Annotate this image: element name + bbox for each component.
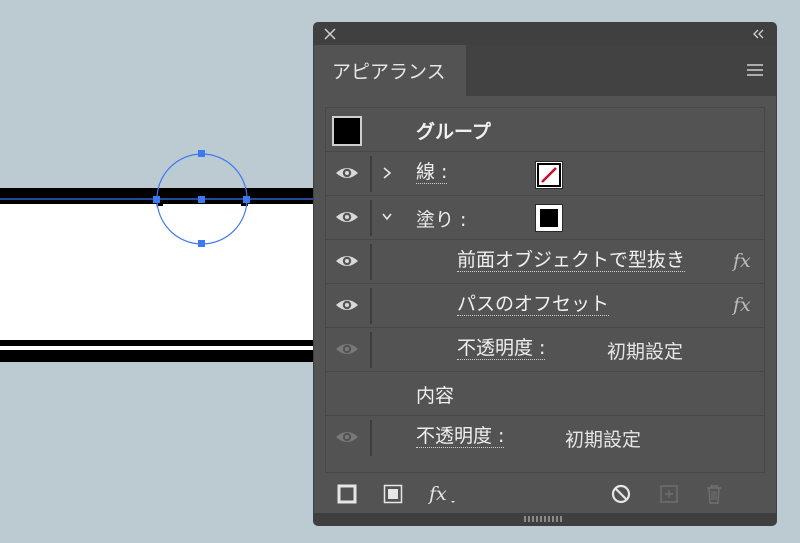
appearance-panel: アピアランス グループ 線 : 塗り: 前面オブジェクトで型抜き fx パスの… <box>314 23 776 525</box>
stroke-label[interactable]: 線 : <box>416 161 448 184</box>
panel-bottom-toolbar: fx <box>314 474 776 514</box>
tab-appearance-label: アピアランス <box>332 61 446 83</box>
row-group[interactable]: グループ <box>326 108 764 152</box>
row-fill[interactable]: 塗り : <box>326 196 764 240</box>
group-thumbnail <box>332 116 362 146</box>
chevron-right-icon[interactable] <box>381 165 393 181</box>
svg-text:fx: fx <box>732 250 751 272</box>
tab-appearance[interactable]: アピアランス <box>314 45 466 96</box>
row-effect-pathfinder[interactable]: 前面オブジェクトで型抜き fx <box>326 240 764 284</box>
fill-black-swatch[interactable] <box>535 204 563 232</box>
eye-icon[interactable] <box>334 208 360 226</box>
contents-label: 内容 <box>416 385 455 407</box>
clear-appearance-icon[interactable] <box>609 482 633 506</box>
effect-pathfinder-label[interactable]: 前面オブジェクトで型抜き <box>457 249 686 272</box>
svg-text:fx: fx <box>732 294 751 316</box>
row-separator <box>370 244 372 280</box>
row-contents[interactable]: 内容 <box>326 372 764 416</box>
eye-icon[interactable] <box>334 428 360 446</box>
row-effect-offset-path[interactable]: パスのオフセット fx <box>326 284 764 328</box>
row-opacity-outer[interactable]: 不透明度 : 初期設定 <box>326 416 764 460</box>
row-separator <box>370 420 372 456</box>
double-chevron-left-icon[interactable] <box>750 26 766 42</box>
grip-dots-icon <box>524 516 562 522</box>
eye-icon[interactable] <box>334 340 360 358</box>
row-separator <box>370 156 372 192</box>
row-opacity-inner[interactable]: 不透明度 : 初期設定 <box>326 328 764 372</box>
opacity-outer-label[interactable]: 不透明度 : <box>416 425 505 448</box>
eye-icon[interactable] <box>334 164 360 182</box>
panel-tabstrip: アピアランス <box>314 45 776 96</box>
eye-icon[interactable] <box>334 252 360 270</box>
fill-swatch-color <box>540 209 558 227</box>
hamburger-menu-icon[interactable] <box>745 61 765 79</box>
fx-menu-icon[interactable]: fx <box>428 482 458 506</box>
opacity-outer-value: 初期設定 <box>565 429 642 451</box>
stroke-none-swatch[interactable] <box>535 161 563 189</box>
row-separator <box>370 332 372 368</box>
row-stroke[interactable]: 線 : <box>326 152 764 196</box>
fx-icon[interactable]: fx <box>732 293 754 317</box>
add-stroke-icon[interactable] <box>335 482 359 506</box>
row-separator <box>370 288 372 324</box>
svg-text:fx: fx <box>428 483 447 505</box>
fx-icon[interactable]: fx <box>732 249 754 273</box>
row-separator <box>370 200 372 236</box>
chevron-down-icon[interactable] <box>381 209 393 225</box>
effect-offset-path-label[interactable]: パスのオフセット <box>457 293 610 316</box>
close-icon[interactable] <box>322 26 338 42</box>
eye-icon[interactable] <box>334 296 360 314</box>
group-label: グループ <box>416 121 491 143</box>
trash-icon <box>707 485 721 504</box>
appearance-list: グループ 線 : 塗り: 前面オブジェクトで型抜き fx パスのオフセット f… <box>325 107 765 473</box>
opacity-inner-value: 初期設定 <box>607 341 684 363</box>
opacity-inner-label[interactable]: 不透明度 : <box>457 337 546 360</box>
panel-resize-grip[interactable] <box>314 513 776 525</box>
duplicate-item-icon <box>660 485 678 503</box>
stroke-none-slash-icon <box>537 163 561 187</box>
fill-label[interactable]: 塗り : <box>416 205 466 232</box>
panel-titlebar <box>314 23 776 45</box>
add-fill-icon[interactable] <box>381 482 405 506</box>
